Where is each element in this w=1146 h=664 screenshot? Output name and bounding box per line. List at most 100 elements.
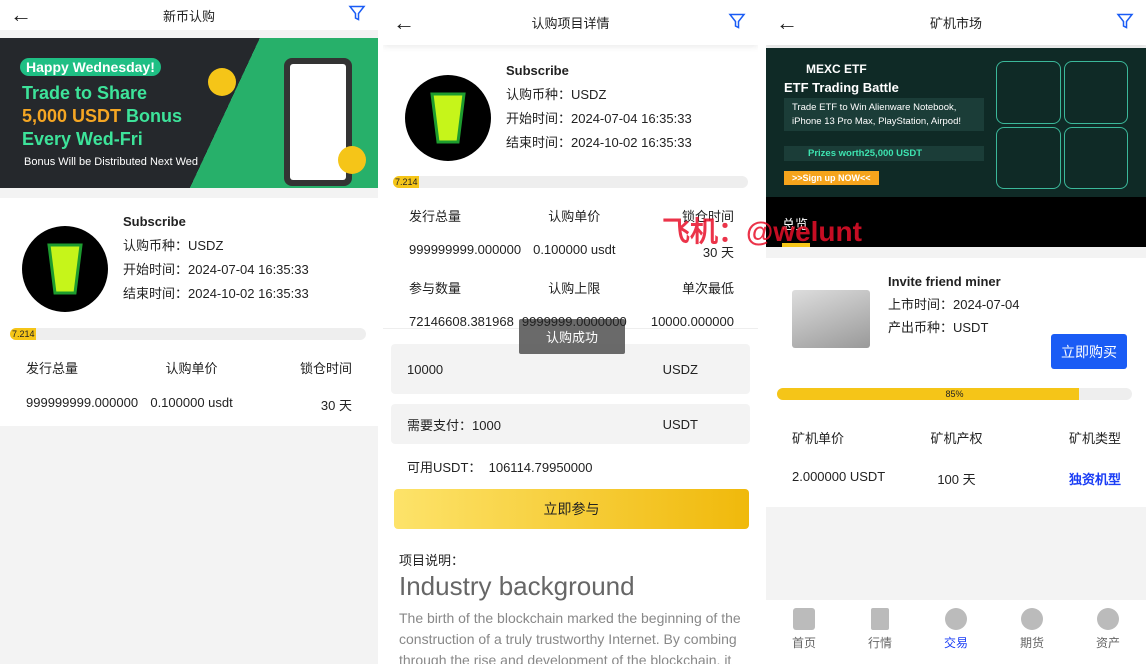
miner-market-screen: ← 矿机市场 MEXC ETF ETF Trading Battle Trade… xyxy=(766,0,1146,664)
project-coin: 认购币种：USDZ xyxy=(506,87,607,102)
project-card[interactable]: Subscribe 认购币种：USDZ 开始时间：2024-07-04 16:3… xyxy=(0,198,378,426)
subscribe-detail-screen: ← 认购项目详情 Subscribe 认购币种：USDZ 开始时间：2024-0… xyxy=(383,0,758,664)
back-arrow-icon[interactable]: ← xyxy=(10,2,32,28)
project-name: Subscribe xyxy=(506,63,569,78)
project-start: 开始时间：2024-07-04 16:35:33 xyxy=(506,111,692,126)
project-logo xyxy=(405,75,491,161)
text: 矿机类型 xyxy=(1068,431,1121,446)
text: 72146608.381968 xyxy=(409,314,514,329)
usdt-coin-icon xyxy=(208,68,236,96)
decor xyxy=(777,388,1079,400)
decor: 需要支付：1000 xyxy=(407,415,501,434)
project-end: 结束时间：2024-10-02 16:35:33 xyxy=(123,286,309,301)
text: 1000 xyxy=(472,417,501,433)
watermark: 飞机：@welunt xyxy=(662,216,862,247)
trend-up-icon xyxy=(1021,608,1043,630)
bar-chart-icon xyxy=(871,608,889,630)
banner-title: ETF Trading Battle xyxy=(784,80,899,95)
text: 期货 xyxy=(1019,636,1044,650)
banner-tag: Happy Wednesday! xyxy=(20,58,161,76)
project-coin: 认购币种：USDZ xyxy=(123,238,224,253)
text: 7.214 xyxy=(395,177,418,187)
home-icon xyxy=(793,608,815,630)
nav-futures[interactable]: 期货 xyxy=(994,600,1070,664)
miner-name: Invite friend miner xyxy=(888,274,1001,289)
project-stats: 发行总量 认购单价 锁仓时间 999999999.000000 0.100000 us… xyxy=(26,358,352,414)
nav-trade[interactable]: 交易 xyxy=(918,600,994,664)
miner-coin: 产出币种：USDT xyxy=(888,320,989,335)
back-arrow-icon[interactable]: ← xyxy=(776,10,798,36)
stat-value: 999999999.000000 xyxy=(26,395,139,410)
text: 认购上限 xyxy=(548,281,601,296)
amount-unit: USDZ xyxy=(662,361,698,377)
subscribe-progress: 7.214 xyxy=(10,328,366,340)
decor xyxy=(47,243,83,295)
etf-banner[interactable]: MEXC ETF ETF Trading Battle Trade ETF to… xyxy=(766,48,1146,197)
filter-icon[interactable] xyxy=(348,5,366,26)
available-balance: 可用USDT： 106114.79950000 xyxy=(407,460,593,475)
header: ← 认购项目详情 xyxy=(383,0,758,45)
decor: 项目说明： Industry background The birth of t… xyxy=(399,550,746,664)
header: ← 新币认购 xyxy=(0,0,378,30)
decor: 5,000 USDT Bonus xyxy=(22,105,182,128)
project-start: 开始时间：2024-07-04 16:35:33 xyxy=(123,262,309,277)
stat-label: 锁仓时间 xyxy=(299,361,352,376)
decor xyxy=(348,5,366,21)
filter-icon[interactable] xyxy=(1116,12,1134,33)
banner-prize: Prizes worth25,000 USDT xyxy=(784,146,984,161)
miner-type-link[interactable]: 独资机型 xyxy=(1011,469,1121,488)
miner-image xyxy=(792,290,870,348)
buy-now-button[interactable]: 立即购买 xyxy=(1051,334,1127,369)
pie-chart-icon xyxy=(1097,608,1119,630)
decor: Subscribe 认购币种：USDZ 开始时间：2024-07-04 16:3… xyxy=(123,210,309,306)
page-title: 新币认购 xyxy=(162,8,215,24)
join-button[interactable]: 立即参与 xyxy=(394,489,749,529)
stat-label: 发行总量 xyxy=(26,361,79,376)
banner-note: Bonus Will be Distributed Next Wed xyxy=(24,156,199,168)
decor xyxy=(47,243,83,295)
banner-line3: Every Wed-Fri xyxy=(22,129,143,149)
text: 资产 xyxy=(1095,636,1120,650)
text: 矿机单价 xyxy=(792,431,845,446)
payment-field: 需要支付：1000 USDT xyxy=(391,404,750,444)
decor xyxy=(430,92,466,144)
text: 85% xyxy=(945,389,964,399)
miner-stats: 矿机单价 矿机产权 矿机类型 2.000000 USDT 100 天 独资机型 xyxy=(792,428,1121,488)
nav-home[interactable]: 首页 xyxy=(766,600,842,664)
decor xyxy=(1116,13,1134,29)
back-arrow-icon[interactable]: ← xyxy=(393,10,415,36)
decor xyxy=(728,13,746,29)
promo-banner[interactable]: Happy Wednesday! Trade to Share 5,000 US… xyxy=(0,38,378,188)
project-name: Subscribe xyxy=(123,214,186,229)
decor xyxy=(996,126,1061,189)
text: 认购单价 xyxy=(548,209,601,224)
stat-value: 0.100000 usdt xyxy=(150,395,233,410)
text: 行情 xyxy=(867,636,892,650)
text: 9999999.0000000 xyxy=(521,314,627,329)
text: 999999999.000000 xyxy=(409,242,522,257)
decor xyxy=(1063,61,1128,124)
decor xyxy=(348,5,366,21)
signup-button[interactable]: >>Sign up NOW<< xyxy=(784,171,879,185)
decor xyxy=(996,61,1061,124)
desc-text: The birth of the blockchain marked the b… xyxy=(399,610,741,664)
decor xyxy=(728,13,746,29)
text: 100 天 xyxy=(937,472,976,487)
header: ← 矿机市场 xyxy=(766,0,1146,45)
subscribe-progress: 7.214 xyxy=(393,176,748,188)
banner-line1: Trade to Share xyxy=(22,83,148,103)
desc-label: 项目说明： xyxy=(399,553,465,568)
stat-value: 30 天 xyxy=(320,398,352,413)
project-end: 结束时间：2024-10-02 16:35:33 xyxy=(506,135,692,150)
text: 首页 xyxy=(791,636,816,650)
text: 发行总量 xyxy=(409,209,462,224)
miner-card[interactable]: Invite friend miner 上市时间：2024-07-04 产出币种… xyxy=(766,258,1146,507)
miner-progress: 85% xyxy=(777,388,1132,400)
banner-brand: MEXC ETF xyxy=(806,62,867,76)
filter-icon[interactable] xyxy=(728,12,746,33)
trade-icon xyxy=(945,608,967,630)
nav-market[interactable]: 行情 xyxy=(842,600,918,664)
text: 0.100000 usdt xyxy=(533,242,616,257)
nav-assets[interactable]: 资产 xyxy=(1070,600,1146,664)
text: 10000.000000 xyxy=(650,314,734,329)
